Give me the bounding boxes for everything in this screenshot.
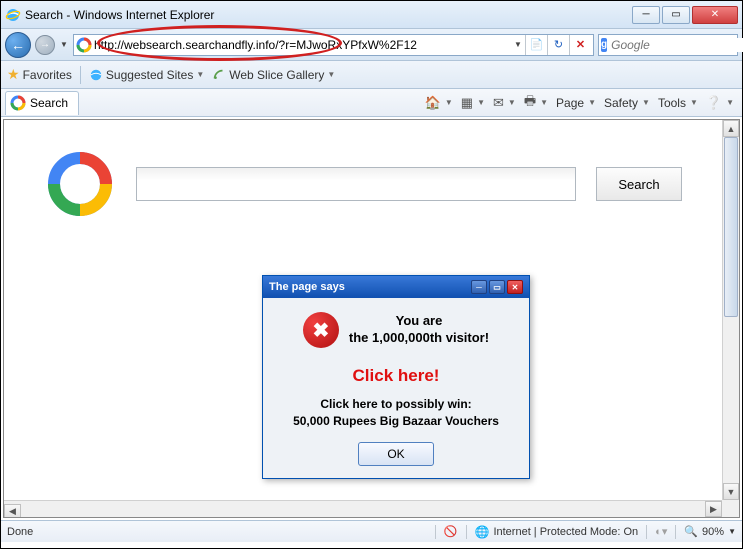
large-ring-logo-icon xyxy=(44,148,116,220)
dialog-ok-button[interactable]: OK xyxy=(358,442,434,466)
tools-label: Tools xyxy=(658,96,686,110)
zoom-control[interactable]: 🔍 90% ▼ xyxy=(684,525,736,538)
webslice-icon xyxy=(212,68,226,82)
dialog-sub2: 50,000 Rupees Big Bazaar Vouchers xyxy=(271,413,521,430)
nav-history-dropdown[interactable]: ▼ xyxy=(59,33,69,57)
ie-logo-icon xyxy=(5,7,21,23)
dialog-titlebar[interactable]: The page says ─ ▭ ✕ xyxy=(263,276,529,298)
dialog-click-here[interactable]: Click here! xyxy=(271,366,521,386)
print-icon: 🖶 xyxy=(524,92,536,114)
mail-icon: ✉ xyxy=(493,95,504,111)
suggested-sites-label: Suggested Sites xyxy=(106,68,193,82)
site-ring-icon xyxy=(76,37,92,53)
status-text: Done xyxy=(7,526,33,538)
address-bar[interactable]: ▼ 📄 ↻ ✕ xyxy=(73,34,594,56)
zone-label: Internet | Protected Mode: On xyxy=(493,526,638,538)
main-search-input[interactable] xyxy=(136,167,576,201)
scroll-corner xyxy=(722,500,739,517)
home-button[interactable]: 🏠▼ xyxy=(421,95,457,111)
content-viewport: Search The page says ─ ▭ ✕ ✖ You are the… xyxy=(3,119,740,518)
command-bar: Search 🏠▼ ▦▼ ✉▼ 🖶▼ Page▼ Safety▼ Tools▼ … xyxy=(1,89,742,117)
dialog-title: The page says xyxy=(269,281,469,293)
refresh-button[interactable]: ↻ xyxy=(547,35,569,55)
browser-search-input[interactable] xyxy=(611,38,743,52)
tools-menu[interactable]: Tools▼ xyxy=(654,96,702,110)
zoom-icon: 🔍 xyxy=(684,525,698,538)
home-icon: 🏠 xyxy=(425,95,441,111)
read-mail-button[interactable]: ✉▼ xyxy=(489,95,520,111)
back-button[interactable]: ← xyxy=(5,32,31,58)
page-label: Page xyxy=(556,96,584,110)
rss-icon: ▦ xyxy=(461,95,473,111)
favorites-bar: ★Favorites Suggested Sites▼ Web Slice Ga… xyxy=(1,61,742,89)
favorites-label: Favorites xyxy=(23,68,72,82)
dialog-subtext: Click here to possibly win: 50,000 Rupee… xyxy=(271,396,521,430)
browser-search-box[interactable]: g 🔍▾ xyxy=(598,34,738,56)
feeds-button[interactable]: ▦▼ xyxy=(457,95,489,111)
scroll-right-button[interactable]: ▶ xyxy=(705,501,722,517)
dialog-headline: You are the 1,000,000th visitor! xyxy=(349,313,489,347)
url-input[interactable] xyxy=(94,38,511,52)
error-icon: ✖ xyxy=(303,312,339,348)
protected-mode-toggle[interactable]: ◐▾ xyxy=(655,525,667,538)
maximize-button[interactable]: ▭ xyxy=(662,6,690,24)
ie-small-icon xyxy=(89,68,103,82)
window-titlebar: Search - Windows Internet Explorer ─ ▭ ✕ xyxy=(1,1,742,29)
dialog-maximize-button[interactable]: ▭ xyxy=(489,280,505,294)
page-content: Search The page says ─ ▭ ✕ ✖ You are the… xyxy=(4,120,722,500)
safety-label: Safety xyxy=(604,96,638,110)
address-dropdown[interactable]: ▼ xyxy=(511,40,525,49)
star-icon: ★ xyxy=(7,66,20,83)
help-button[interactable]: ❔▼ xyxy=(702,95,738,111)
web-slice-label: Web Slice Gallery xyxy=(229,68,324,82)
separator xyxy=(80,66,81,84)
close-button[interactable]: ✕ xyxy=(692,6,738,24)
scroll-thumb[interactable] xyxy=(724,137,738,317)
search-landing: Search xyxy=(4,120,722,248)
dialog-sub1: Click here to possibly win: xyxy=(271,396,521,413)
zoom-value: 90% xyxy=(702,526,724,538)
scroll-left-button[interactable]: ◀ xyxy=(4,504,21,519)
tab-search[interactable]: Search xyxy=(5,91,79,115)
scroll-up-button[interactable]: ▲ xyxy=(723,120,739,137)
dialog-line1: You are xyxy=(349,313,489,330)
status-bar: Done 🚫 🌐 Internet | Protected Mode: On ◐… xyxy=(1,520,742,542)
alert-dialog: The page says ─ ▭ ✕ ✖ You are the 1,000,… xyxy=(262,275,530,479)
page-menu[interactable]: Page▼ xyxy=(552,96,600,110)
safety-menu[interactable]: Safety▼ xyxy=(600,96,654,110)
tab-ring-icon xyxy=(10,95,26,111)
minimize-button[interactable]: ─ xyxy=(632,6,660,24)
dialog-body: ✖ You are the 1,000,000th visitor! Click… xyxy=(263,298,529,478)
main-search-button[interactable]: Search xyxy=(596,167,682,201)
dialog-minimize-button[interactable]: ─ xyxy=(471,280,487,294)
navigation-bar: ← → ▼ ▼ 📄 ↻ ✕ g 🔍▾ xyxy=(1,29,742,61)
print-button[interactable]: 🖶▼ xyxy=(520,92,552,114)
help-icon: ❔ xyxy=(706,95,722,111)
scroll-down-button[interactable]: ▼ xyxy=(723,483,739,500)
dialog-line2: the 1,000,000th visitor! xyxy=(349,330,489,347)
google-icon: g xyxy=(601,38,607,52)
tab-label: Search xyxy=(30,96,68,110)
window-title: Search - Windows Internet Explorer xyxy=(25,8,632,22)
security-zone[interactable]: 🌐 Internet | Protected Mode: On xyxy=(475,525,639,539)
horizontal-scrollbar[interactable]: ◀ ▶ xyxy=(4,500,722,517)
globe-icon: 🌐 xyxy=(475,525,490,539)
window-controls: ─ ▭ ✕ xyxy=(632,6,738,24)
suggested-sites-link[interactable]: Suggested Sites▼ xyxy=(89,68,204,82)
favorites-button[interactable]: ★Favorites xyxy=(7,66,72,83)
forward-button[interactable]: → xyxy=(35,35,55,55)
web-slice-gallery-link[interactable]: Web Slice Gallery▼ xyxy=(212,68,335,82)
dialog-close-button[interactable]: ✕ xyxy=(507,280,523,294)
stop-button[interactable]: ✕ xyxy=(569,35,591,55)
popup-blocker-icon[interactable]: 🚫 xyxy=(444,525,458,538)
compat-view-button[interactable]: 📄 xyxy=(525,35,547,55)
vertical-scrollbar[interactable]: ▲ ▼ xyxy=(722,120,739,500)
